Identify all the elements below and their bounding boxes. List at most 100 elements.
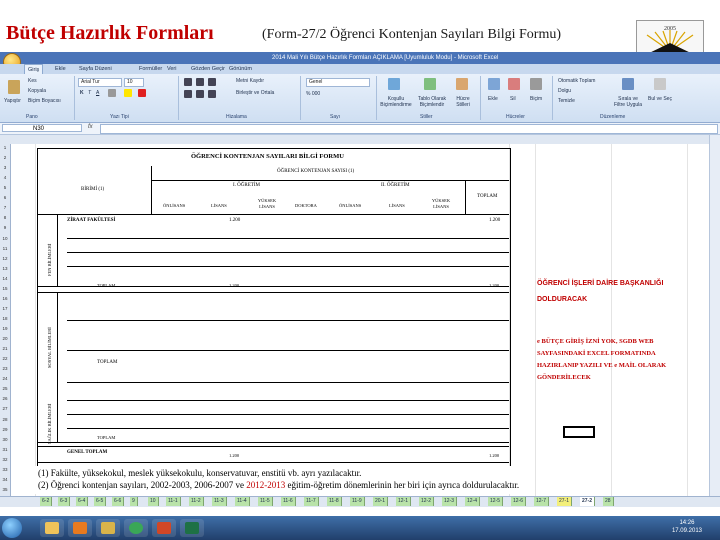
row-number[interactable]: 15 [0, 286, 10, 291]
sheet-tab[interactable]: 6-5 [94, 497, 107, 506]
clear-button[interactable]: Temizle [558, 98, 575, 104]
align-top-icon[interactable] [184, 78, 192, 86]
formula-input[interactable] [100, 124, 718, 134]
taskbar-excel[interactable] [180, 519, 204, 537]
wrap-text-button[interactable]: Metni Kaydır [236, 78, 264, 84]
row-number[interactable]: 6 [0, 195, 10, 200]
delete-cells-button[interactable]: Sil [510, 96, 516, 102]
cell-styles-icon[interactable] [456, 78, 468, 90]
format-as-table-button[interactable]: Tablo Olarak Biçimlendir [416, 96, 448, 108]
format-cells-icon[interactable] [530, 78, 542, 90]
align-left-icon[interactable] [184, 90, 192, 98]
sheet-tab[interactable]: 12-5 [488, 497, 504, 506]
tab-review[interactable]: Gözden Geçir [188, 64, 228, 74]
row-number[interactable]: 28 [0, 417, 10, 422]
sheet-tab[interactable]: 12-4 [465, 497, 481, 506]
align-bottom-icon[interactable] [208, 78, 216, 86]
sheet-tab[interactable]: 11-6 [281, 497, 296, 506]
row-number[interactable]: 8 [0, 215, 10, 220]
row-number[interactable]: 2 [0, 155, 10, 160]
tab-view[interactable]: Görünüm [226, 64, 255, 74]
sheet-tab[interactable]: 12-2 [419, 497, 435, 506]
start-button[interactable] [2, 518, 22, 538]
sheet-tab[interactable]: 11-5 [258, 497, 273, 506]
row-number[interactable]: 14 [0, 276, 10, 281]
row-number[interactable]: 27 [0, 406, 10, 411]
paste-icon[interactable] [8, 80, 20, 94]
row-number[interactable]: 18 [0, 316, 10, 321]
row-number[interactable]: 11 [0, 246, 10, 251]
row-number[interactable]: 12 [0, 256, 10, 261]
sheet-tab[interactable]: 6-4 [76, 497, 89, 506]
row-number[interactable]: 30 [0, 437, 10, 442]
insert-cells-icon[interactable] [488, 78, 500, 90]
tab-formulas[interactable]: Formüller [136, 64, 165, 74]
row-number[interactable]: 22 [0, 356, 10, 361]
row-number[interactable]: 4 [0, 175, 10, 180]
row-number[interactable]: 1 [0, 145, 10, 150]
sheet-tab[interactable]: 12-1 [396, 497, 412, 506]
italic-button[interactable]: T [88, 90, 91, 96]
delete-cells-icon[interactable] [508, 78, 520, 90]
sheet-tab[interactable]: 12-3 [442, 497, 458, 506]
font-size-select[interactable]: 10 [124, 78, 144, 87]
sheet-tab[interactable]: 12-7 [534, 497, 550, 506]
fill-color-icon[interactable] [124, 89, 132, 97]
row-number[interactable]: 10 [0, 236, 10, 241]
selected-cell[interactable] [563, 426, 595, 438]
font-color-icon[interactable] [138, 89, 146, 97]
sheet-tab[interactable]: 27-2 [580, 497, 596, 506]
sheet-tab[interactable]: 27-1 [557, 497, 573, 506]
conditional-format-icon[interactable] [388, 78, 400, 90]
sheet-tab[interactable]: 11-1 [166, 497, 181, 506]
bold-button[interactable]: K [80, 90, 84, 96]
sheet-tab[interactable]: 28 [603, 497, 614, 506]
row-number[interactable]: 20 [0, 336, 10, 341]
taskbar-powerpoint[interactable] [152, 519, 176, 537]
row-number[interactable]: 29 [0, 427, 10, 432]
row-number[interactable]: 24 [0, 376, 10, 381]
row-number[interactable]: 7 [0, 205, 10, 210]
name-box[interactable]: N30 [2, 124, 82, 132]
taskbar-media[interactable] [68, 519, 92, 537]
format-table-icon[interactable] [424, 78, 436, 90]
row-number[interactable]: 16 [0, 296, 10, 301]
row-number[interactable]: 32 [0, 457, 10, 462]
sheet-tab[interactable]: 11-2 [189, 497, 204, 506]
tab-data[interactable]: Veri [164, 64, 179, 74]
row-number[interactable]: 17 [0, 306, 10, 311]
autosum-button[interactable]: Otomatik Toplam [558, 78, 595, 84]
font-name-select[interactable]: Arial Tur [78, 78, 122, 87]
sheet-tab[interactable]: 11-8 [327, 497, 342, 506]
find-select-icon[interactable] [654, 78, 666, 90]
borders-icon[interactable] [108, 89, 116, 97]
row-number[interactable]: 31 [0, 447, 10, 452]
sheet-tab[interactable]: 11-4 [235, 497, 250, 506]
row-number[interactable]: 19 [0, 326, 10, 331]
row-number[interactable]: 3 [0, 165, 10, 170]
format-cells-button[interactable]: Biçim [530, 96, 542, 102]
worksheet[interactable]: ÖĞRENCİ KONTENJAN SAYILARI BİLGİ FORMU Ö… [11, 144, 709, 496]
number-format-select[interactable]: Genel [306, 78, 370, 87]
sheet-tab[interactable]: 11-9 [350, 497, 365, 506]
align-right-icon[interactable] [208, 90, 216, 98]
cut-button[interactable]: Kes [28, 78, 37, 84]
taskbar-chrome[interactable] [124, 519, 148, 537]
sheet-tab[interactable]: 6-6 [112, 497, 125, 506]
find-select-button[interactable]: Bul ve Seç [648, 96, 672, 102]
taskbar-folder[interactable] [96, 519, 120, 537]
align-middle-icon[interactable] [196, 78, 204, 86]
paste-button[interactable]: Yapıştır [4, 98, 21, 104]
cell-styles-button[interactable]: Hücre Stilleri [450, 96, 476, 108]
row-number[interactable]: 21 [0, 346, 10, 351]
format-painter-button[interactable]: Biçim Boyacısı [28, 98, 61, 104]
taskbar-explorer[interactable] [40, 519, 64, 537]
sheet-tab[interactable]: 11-3 [212, 497, 227, 506]
insert-cells-button[interactable]: Ekle [488, 96, 498, 102]
sheet-tab[interactable]: 9 [130, 497, 138, 506]
sort-filter-button[interactable]: Sırala ve Filtre Uygula [612, 96, 644, 108]
row-number[interactable]: 9 [0, 225, 10, 230]
sheet-tab[interactable]: 6-3 [58, 497, 71, 506]
sheet-tab[interactable]: 10 [148, 497, 159, 506]
sort-filter-icon[interactable] [622, 78, 634, 90]
